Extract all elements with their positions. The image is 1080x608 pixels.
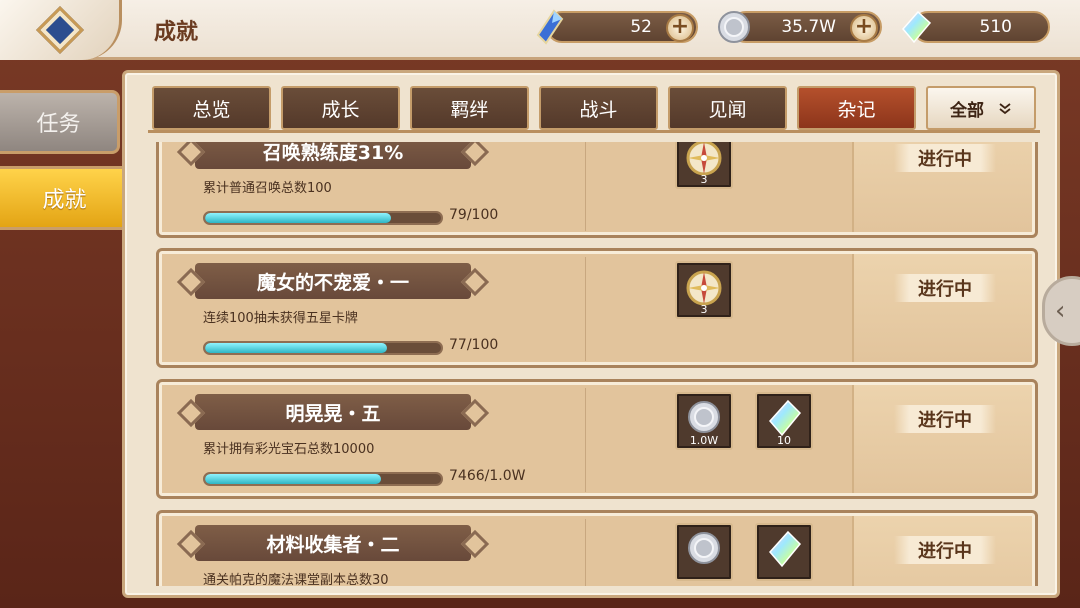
status-badge: 进行中 — [894, 405, 996, 433]
tab-label: 见闻 — [708, 98, 747, 121]
progress-text: 7466/1.0W — [449, 468, 526, 484]
reward-count: 10 — [777, 434, 791, 447]
achievement-row: 材料收集者・二 通关帕克的魔法课堂副本总数30 进行中 — [156, 510, 1038, 586]
row-divider — [585, 388, 586, 492]
sidebar-item-label: 成就 — [42, 188, 87, 213]
achievement-desc: 通关帕克的魔法课堂副本总数30 — [203, 573, 389, 586]
crystal-amount: 52 — [630, 17, 652, 37]
gem-amount: 510 — [979, 17, 1012, 37]
rainbow-gem-icon — [902, 10, 932, 44]
page-title: 成就 — [154, 20, 199, 45]
crystal-currency: 52 + — [536, 9, 698, 45]
tab-overview[interactable]: 总览 — [152, 86, 271, 130]
row-divider — [585, 142, 586, 231]
sidebar-item-label: 任务 — [36, 112, 81, 137]
achievement-desc: 累计普通召唤总数100 — [203, 181, 332, 196]
tab-battle[interactable]: 战斗 — [539, 86, 658, 130]
tab-growth[interactable]: 成长 — [281, 86, 400, 130]
achievement-row: 明晃晃・五 累计拥有彩光宝石总数10000 7466/1.0W 1.0W 10 … — [156, 379, 1038, 499]
coin-currency: 35.7W + — [718, 11, 882, 43]
achievement-title: 魔女的不宠爱・一 — [195, 263, 471, 299]
menu-emblem-button[interactable] — [0, 0, 122, 60]
tab-label: 羁绊 — [450, 98, 489, 121]
category-tabs: 总览 成长 羁绊 战斗 见闻 杂记 全部 — [152, 86, 1040, 132]
progress-fill — [205, 213, 392, 223]
coin-icon — [718, 11, 750, 43]
status-area: 进行中 — [852, 385, 1032, 493]
status-badge: 进行中 — [894, 274, 996, 302]
achievement-title: 召唤熟练度31% — [195, 142, 471, 169]
row-divider — [585, 257, 586, 361]
achievement-row: 召唤熟练度31% 累计普通召唤总数100 79/100 3 进行中 — [156, 142, 1038, 238]
add-crystal-button[interactable]: + — [666, 14, 694, 42]
filter-label: 全部 — [950, 100, 984, 121]
reward-item[interactable]: 3 — [675, 142, 733, 189]
gem-currency: 510 — [902, 10, 1050, 44]
status-area: 进行中 — [852, 254, 1032, 362]
status-badge: 进行中 — [894, 144, 996, 172]
achievement-list[interactable]: 召唤熟练度31% 累计普通召唤总数100 79/100 3 进行中 魔女的不宠爱… — [156, 142, 1038, 586]
reward-count: 3 — [700, 303, 708, 316]
reward-item[interactable] — [675, 523, 733, 581]
tab-bonds[interactable]: 羁绊 — [410, 86, 529, 130]
row-divider — [585, 519, 586, 586]
reward-count: 3 — [700, 173, 708, 186]
progress-bar — [203, 472, 443, 486]
tab-label: 总览 — [192, 98, 231, 121]
rainbow-gem-icon — [769, 530, 802, 568]
crystal-icon — [536, 9, 564, 45]
sidebar-item-achievements[interactable]: 成就 — [0, 166, 132, 230]
add-coin-button[interactable]: + — [850, 14, 878, 42]
chevron-left-icon: ‹ — [1055, 296, 1066, 326]
tab-divider — [148, 130, 1040, 133]
progress-text: 77/100 — [449, 337, 499, 353]
progress-text: 79/100 — [449, 207, 499, 223]
tab-label: 战斗 — [579, 98, 618, 121]
achievement-title: 材料收集者・二 — [195, 525, 471, 561]
top-bar: 成就 52 + 35.7W + 510 — [0, 0, 1080, 60]
tab-experience[interactable]: 见闻 — [668, 86, 787, 130]
progress-fill — [205, 474, 382, 484]
progress-fill — [205, 343, 387, 353]
sidebar-item-tasks[interactable]: 任务 — [0, 90, 120, 154]
coin-amount: 35.7W — [781, 17, 836, 37]
achievement-desc: 连续100抽未获得五星卡牌 — [203, 311, 358, 326]
achievement-desc: 累计拥有彩光宝石总数10000 — [203, 442, 375, 457]
status-area: 进行中 — [852, 142, 1032, 232]
reward-item[interactable]: 3 — [675, 261, 733, 319]
tab-miscellany[interactable]: 杂记 — [797, 86, 916, 130]
tab-label: 杂记 — [837, 98, 876, 121]
reward-item[interactable]: 10 — [755, 392, 813, 450]
progress-bar — [203, 211, 443, 225]
diamond-emblem-icon — [35, 5, 84, 55]
achievement-title: 明晃晃・五 — [195, 394, 471, 430]
status-area: 进行中 — [852, 516, 1032, 586]
chevron-down-icon — [999, 103, 1011, 115]
reward-item[interactable] — [755, 523, 813, 581]
reward-count: 1.0W — [689, 434, 719, 447]
coin-icon — [688, 532, 720, 564]
status-badge: 进行中 — [894, 536, 996, 564]
progress-bar — [203, 341, 443, 355]
filter-dropdown[interactable]: 全部 — [926, 86, 1036, 130]
reward-item[interactable]: 1.0W — [675, 392, 733, 450]
tab-label: 成长 — [321, 98, 360, 121]
achievement-row: 魔女的不宠爱・一 连续100抽未获得五星卡牌 77/100 3 进行中 — [156, 248, 1038, 368]
